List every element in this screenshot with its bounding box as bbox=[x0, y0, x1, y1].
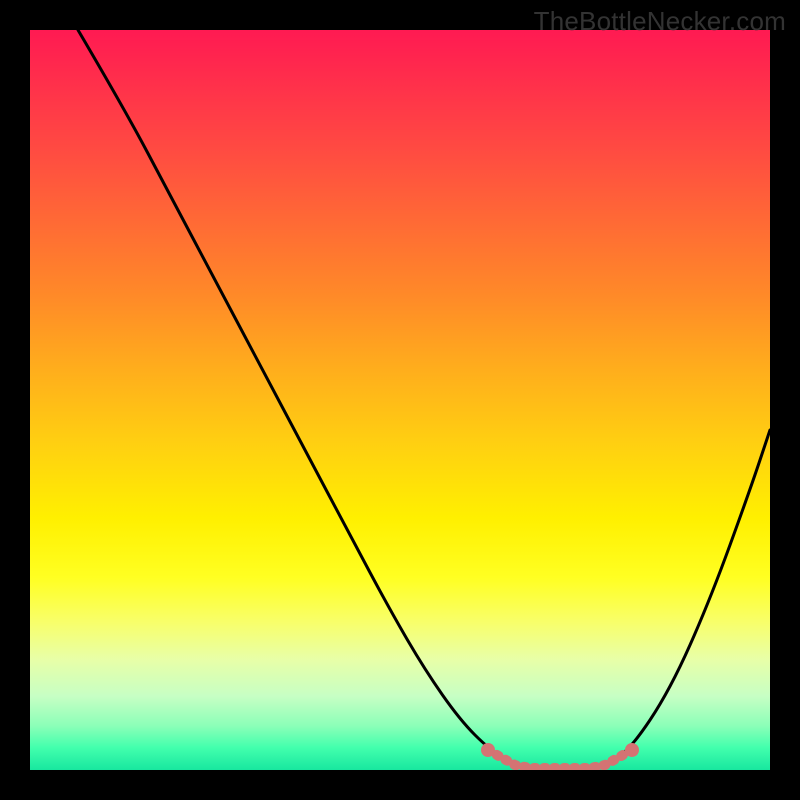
chart-frame: TheBottleNecker.com bbox=[0, 0, 800, 800]
optimal-band-dot-right bbox=[625, 743, 639, 757]
optimal-band-line bbox=[488, 750, 632, 768]
plot-area bbox=[30, 30, 770, 770]
chart-svg bbox=[30, 30, 770, 770]
optimal-band-dot-left bbox=[481, 743, 495, 757]
watermark-text: TheBottleNecker.com bbox=[534, 6, 786, 37]
bottleneck-curve bbox=[78, 30, 770, 768]
